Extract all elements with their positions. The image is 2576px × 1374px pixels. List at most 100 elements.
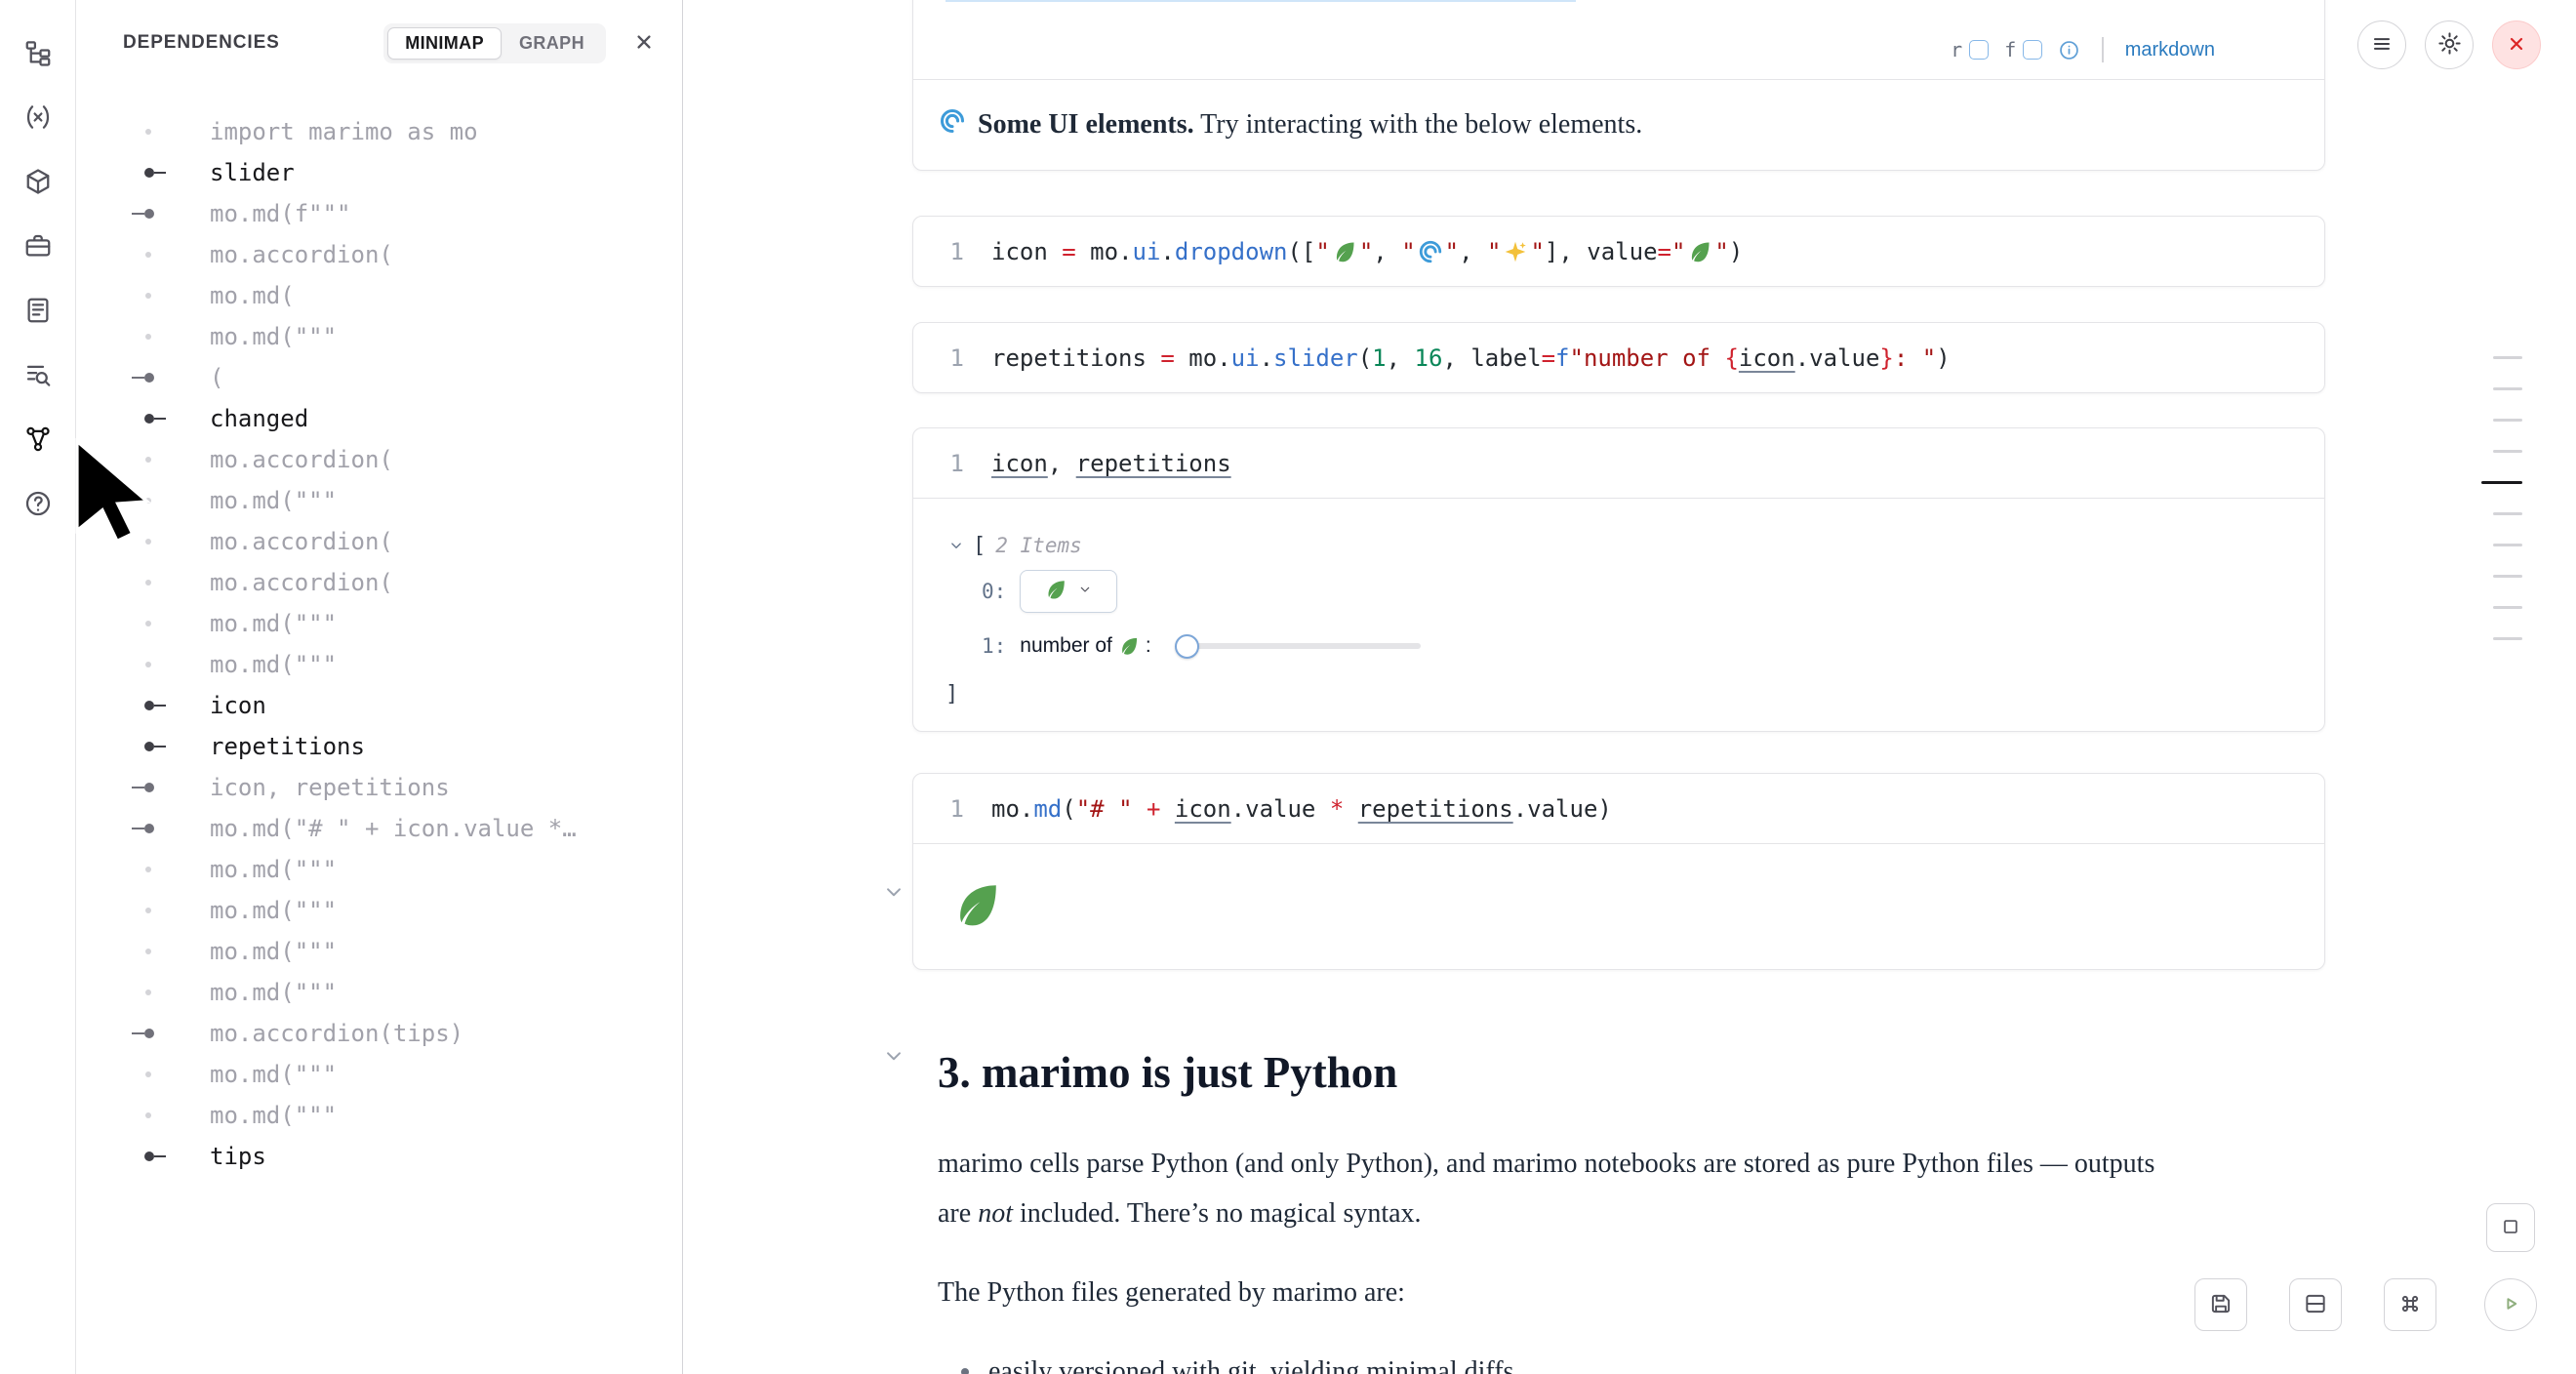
minimap-cell-line[interactable] bbox=[2493, 544, 2522, 546]
dependency-label: changed bbox=[210, 405, 308, 432]
dependency-item[interactable]: mo.accordion( bbox=[76, 439, 682, 480]
markdown-source-line: Some UI elements. Try interacting with t… bbox=[946, 0, 1576, 2]
dependency-label: mo.md(f""" bbox=[210, 200, 351, 227]
bold-text: Some UI elements. bbox=[979, 0, 1172, 1]
code-editor[interactable]: 1 icon, repetitions bbox=[913, 428, 2324, 498]
snippets-search-icon[interactable] bbox=[17, 353, 60, 396]
minimap-cell-line[interactable] bbox=[2493, 637, 2522, 640]
language-label[interactable]: markdown bbox=[2125, 39, 2215, 61]
intro-text: Some UI elements. Try interacting with t… bbox=[978, 109, 1642, 141]
shutdown-button[interactable] bbox=[2492, 20, 2541, 69]
variables-icon[interactable] bbox=[17, 96, 60, 139]
dependency-label: mo.md(""" bbox=[210, 323, 337, 350]
collapse-caret-icon[interactable] bbox=[947, 537, 965, 554]
tab-minimap[interactable]: MINIMAP bbox=[387, 27, 502, 60]
cell-dot-marker bbox=[145, 457, 151, 463]
slider-knob[interactable] bbox=[1175, 634, 1199, 659]
dependency-item[interactable]: changed bbox=[76, 398, 682, 439]
minimap-cell-line[interactable] bbox=[2481, 481, 2522, 484]
f-checkbox[interactable] bbox=[2023, 40, 2042, 60]
dependency-item[interactable]: mo.md(""" bbox=[76, 931, 682, 972]
dependency-item[interactable]: mo.md(""" bbox=[76, 1054, 682, 1095]
line-number: 1 bbox=[913, 795, 964, 823]
dependency-item[interactable]: ( bbox=[76, 357, 682, 398]
dependency-item[interactable]: mo.accordion( bbox=[76, 521, 682, 562]
layout-rows-icon bbox=[2303, 1291, 2328, 1319]
dependency-item[interactable]: tips bbox=[76, 1136, 682, 1177]
cell-dot-marker bbox=[145, 1112, 151, 1118]
floppy-icon bbox=[2208, 1291, 2234, 1319]
keyboard-shortcuts-button[interactable] bbox=[2384, 1278, 2436, 1331]
dependency-item[interactable]: mo.md(""" bbox=[76, 849, 682, 890]
cell-dot-marker bbox=[145, 580, 151, 586]
dependency-item[interactable]: repetitions bbox=[76, 726, 682, 767]
cell-node-marker bbox=[144, 1152, 166, 1161]
notebook-controls bbox=[2357, 20, 2541, 69]
dependency-item[interactable]: mo.md(f""" bbox=[76, 193, 682, 234]
wave-icon bbox=[1416, 238, 1445, 265]
toolbar-divider bbox=[2102, 37, 2104, 62]
minimap-cell-line[interactable] bbox=[2493, 356, 2522, 359]
file-tree-icon[interactable] bbox=[17, 31, 60, 74]
minimap-cell-line[interactable] bbox=[2493, 512, 2522, 515]
slider-track[interactable] bbox=[1196, 643, 1421, 649]
section-heading: 3. marimo is just Python bbox=[938, 1043, 2325, 1102]
dependency-label: mo.accordion(tips) bbox=[210, 1020, 463, 1047]
cell-dot-marker bbox=[145, 334, 151, 340]
markdown-editor-clipped[interactable]: Some UI elements. Try interacting with t… bbox=[913, 0, 2324, 20]
cell-minimap bbox=[2481, 356, 2522, 640]
minimap-cell-line[interactable] bbox=[2493, 387, 2522, 390]
minimap-cell-line[interactable] bbox=[2493, 575, 2522, 578]
close-panel-button[interactable] bbox=[631, 29, 657, 58]
info-icon[interactable] bbox=[2058, 39, 2080, 61]
collapse-section-chevron-icon[interactable] bbox=[881, 1043, 906, 1073]
paragraph-2: The Python files generated by marimo are… bbox=[938, 1268, 2284, 1317]
cell-dot-marker bbox=[145, 908, 151, 913]
scratchpad-button[interactable] bbox=[2486, 1203, 2535, 1252]
dependency-item[interactable]: icon bbox=[76, 685, 682, 726]
dependency-item[interactable]: mo.md("# " + icon.value *… bbox=[76, 808, 682, 849]
minimap-cell-line[interactable] bbox=[2493, 419, 2522, 422]
code-editor[interactable]: 1 mo.md("# " + icon.value * repetitions.… bbox=[913, 774, 2324, 843]
collapse-output-chevron-icon[interactable] bbox=[881, 879, 906, 909]
dependency-graph-icon[interactable] bbox=[17, 418, 60, 461]
dependency-item[interactable]: mo.md(""" bbox=[76, 1095, 682, 1136]
leaf-icon bbox=[1685, 238, 1714, 265]
cell-node-marker bbox=[132, 209, 154, 219]
dependency-item[interactable]: mo.md( bbox=[76, 275, 682, 316]
code-editor[interactable]: 1 icon = mo.ui.dropdown(["", "", ""], va… bbox=[913, 217, 2324, 286]
code-editor[interactable]: 1 repetitions = mo.ui.slider(1, 16, labe… bbox=[913, 323, 2324, 392]
tab-graph[interactable]: GRAPH bbox=[502, 27, 602, 60]
settings-button[interactable] bbox=[2425, 20, 2474, 69]
dependency-item[interactable]: mo.md(""" bbox=[76, 890, 682, 931]
cell-dot-marker bbox=[145, 990, 151, 995]
dependency-item[interactable]: mo.accordion( bbox=[76, 562, 682, 603]
hamburger-icon bbox=[2369, 31, 2395, 60]
minimap-cell-line[interactable] bbox=[2493, 450, 2522, 453]
dependency-item[interactable]: mo.accordion( bbox=[76, 234, 682, 275]
dependency-item[interactable]: mo.md(""" bbox=[76, 480, 682, 521]
dropdown-select[interactable] bbox=[1020, 570, 1117, 613]
dependency-label: mo.md(""" bbox=[210, 856, 337, 883]
menu-button[interactable] bbox=[2357, 20, 2406, 69]
r-checkbox[interactable] bbox=[1969, 40, 1989, 60]
f-toggle-label: f bbox=[2004, 38, 2016, 61]
dependency-item[interactable]: mo.md(""" bbox=[76, 316, 682, 357]
help-icon[interactable] bbox=[17, 482, 60, 525]
dependency-item[interactable]: mo.md(""" bbox=[76, 644, 682, 685]
dependency-item[interactable]: import marimo as mo bbox=[76, 111, 682, 152]
packages-icon[interactable] bbox=[17, 160, 60, 203]
minimap-cell-line[interactable] bbox=[2493, 606, 2522, 609]
slider[interactable] bbox=[1175, 634, 1421, 659]
dependency-item[interactable]: mo.md(""" bbox=[76, 972, 682, 1013]
dependency-item[interactable]: mo.md(""" bbox=[76, 603, 682, 644]
dependency-label: repetitions bbox=[210, 733, 365, 760]
save-button[interactable] bbox=[2194, 1278, 2247, 1331]
toolbox-icon[interactable] bbox=[17, 224, 60, 267]
dependency-item[interactable]: slider bbox=[76, 152, 682, 193]
layout-button[interactable] bbox=[2289, 1278, 2342, 1331]
documentation-icon[interactable] bbox=[17, 289, 60, 332]
run-all-button[interactable] bbox=[2484, 1278, 2537, 1331]
dependency-item[interactable]: mo.accordion(tips) bbox=[76, 1013, 682, 1054]
dependency-item[interactable]: icon, repetitions bbox=[76, 767, 682, 808]
